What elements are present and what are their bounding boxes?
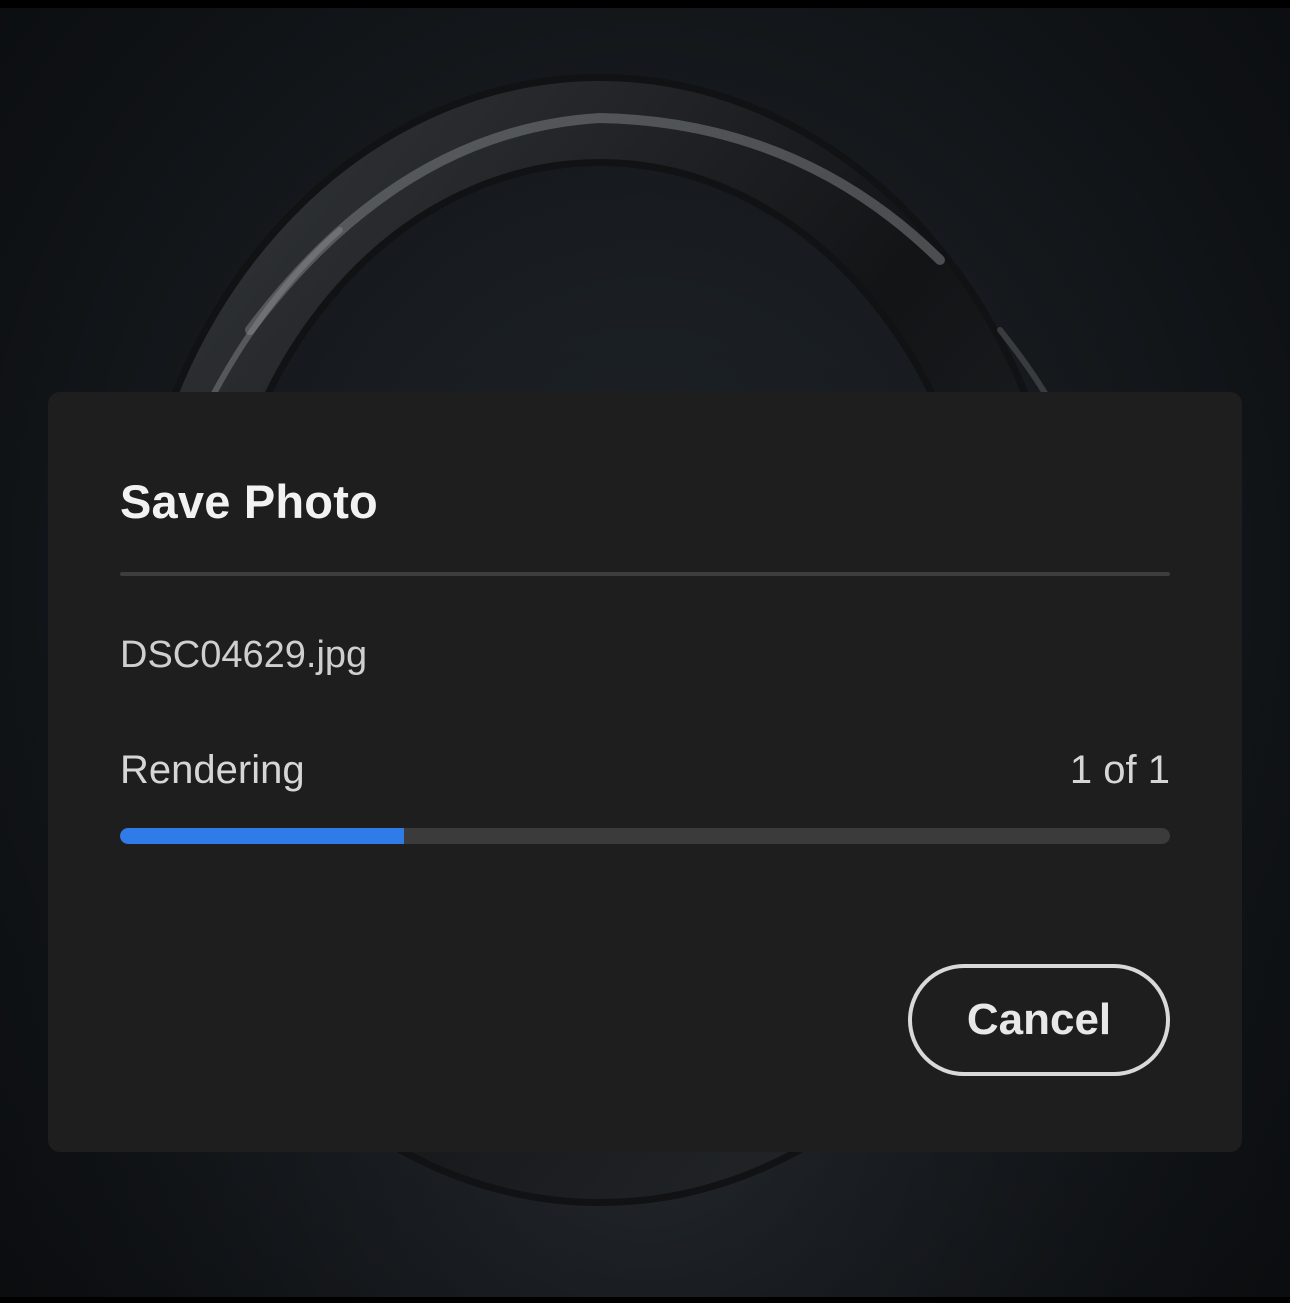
status-bar-strip xyxy=(0,0,1290,8)
progress-bar-fill xyxy=(120,828,404,844)
bottom-strip xyxy=(0,1297,1290,1303)
app-screen: Save Photo DSC04629.jpg Rendering 1 of 1… xyxy=(0,0,1290,1303)
render-status-label: Rendering xyxy=(120,748,305,792)
title-divider xyxy=(120,572,1170,576)
dialog-title: Save Photo xyxy=(120,475,378,528)
save-photo-dialog: Save Photo DSC04629.jpg Rendering 1 of 1… xyxy=(48,392,1242,1152)
progress-bar xyxy=(120,828,1170,844)
cancel-button[interactable]: Cancel xyxy=(908,964,1170,1076)
file-name: DSC04629.jpg xyxy=(120,634,368,676)
render-count: 1 of 1 xyxy=(1069,748,1170,792)
